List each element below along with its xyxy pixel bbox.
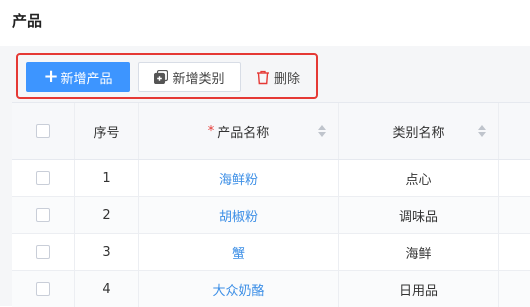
product-name-link[interactable]: 胡椒粉 <box>219 206 258 225</box>
row-checkbox[interactable] <box>36 282 50 296</box>
row-index: 3 <box>75 234 139 270</box>
row-index: 2 <box>75 197 139 233</box>
product-name-link[interactable]: 蟹 <box>232 243 245 262</box>
row-checkbox[interactable] <box>36 208 50 222</box>
sort-icon[interactable] <box>318 125 326 137</box>
required-mark: * <box>207 123 215 139</box>
column-header-more <box>499 103 530 159</box>
trash-icon <box>256 70 270 85</box>
row-checkbox[interactable] <box>36 171 50 185</box>
delete-button[interactable]: 删除 <box>248 62 308 92</box>
product-name-link[interactable]: 大众奶酪 <box>212 280 264 299</box>
sort-icon[interactable] <box>478 125 486 137</box>
table-row: 3 蟹 海鲜 <box>12 234 530 271</box>
row-index: 1 <box>75 160 139 196</box>
add-product-button[interactable]: + 新增产品 <box>26 62 130 92</box>
category-name: 点心 <box>339 160 499 196</box>
product-table: 序号 * 产品名称 类别名称 1 海鲜粉 点心 2 胡椒粉 调味品 3 蟹 海鲜 <box>12 102 530 307</box>
table-row: 2 胡椒粉 调味品 <box>12 197 530 234</box>
select-all-checkbox[interactable] <box>36 124 50 138</box>
category-name: 海鲜 <box>339 234 499 270</box>
product-name-link[interactable]: 海鲜粉 <box>219 169 258 188</box>
category-name: 调味品 <box>339 197 499 233</box>
column-header-category-label: 类别名称 <box>392 125 445 141</box>
header-checkbox-cell <box>12 103 75 159</box>
row-checkbox[interactable] <box>36 245 50 259</box>
add-category-button[interactable]: 新增类别 <box>138 62 241 92</box>
page-title: 产品 <box>12 12 43 30</box>
add-product-label: 新增产品 <box>60 71 113 87</box>
column-header-name[interactable]: * 产品名称 <box>139 103 339 159</box>
category-name: 日用品 <box>339 271 499 307</box>
column-header-name-label: 产品名称 <box>217 125 270 141</box>
table-header: 序号 * 产品名称 类别名称 <box>12 103 530 160</box>
table-row: 1 海鲜粉 点心 <box>12 160 530 197</box>
table-row: 4 大众奶酪 日用品 <box>12 271 530 307</box>
row-index: 4 <box>75 271 139 307</box>
add-copy-icon <box>154 70 169 84</box>
plus-icon: + <box>43 66 59 87</box>
column-header-index: 序号 <box>75 103 139 159</box>
add-category-label: 新增类别 <box>172 71 225 87</box>
column-header-category[interactable]: 类别名称 <box>339 103 499 159</box>
delete-label: 删除 <box>273 71 300 87</box>
